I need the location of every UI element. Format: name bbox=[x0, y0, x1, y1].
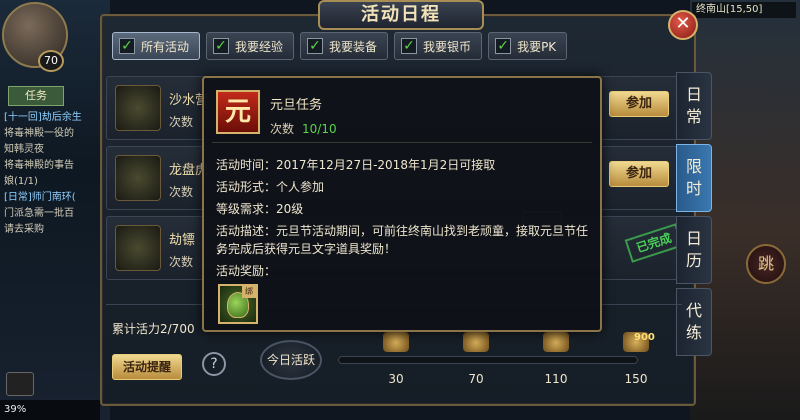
completed-stamp: 已完成 bbox=[624, 223, 684, 263]
popup-count-value: 10/10 bbox=[302, 122, 337, 136]
filter-bar: ✓ 所有活动 ✓ 我要经验 ✓ 我要装备 ✓ 我要银币 ✓ 我要PK bbox=[112, 32, 568, 62]
filter-label: 我要装备 bbox=[329, 39, 378, 54]
side-tab-char: 练 bbox=[685, 323, 702, 342]
activity-count-label: 次数 bbox=[169, 255, 194, 269]
milestone-chest-icon[interactable] bbox=[543, 332, 569, 352]
quest-line[interactable]: [十一回]劫后余生 bbox=[4, 110, 104, 126]
join-button[interactable]: 参加 bbox=[609, 161, 669, 187]
side-tab[interactable]: 限时 bbox=[676, 144, 712, 212]
popup-time: 活动时间：2017年12月27日-2018年1月2日可接取 bbox=[216, 158, 496, 172]
new-year-task-icon: 元 bbox=[216, 90, 260, 134]
quest-tab[interactable]: 任务 bbox=[8, 86, 64, 106]
activity-progress-bar bbox=[338, 356, 638, 364]
quest-line[interactable]: 请去采购 bbox=[4, 222, 104, 238]
filter-1[interactable]: ✓ 我要经验 bbox=[206, 32, 295, 60]
checkbox-icon[interactable]: ✓ bbox=[119, 38, 135, 54]
quest-line[interactable]: 娘(1/1) bbox=[4, 174, 104, 190]
popup-divider bbox=[212, 142, 592, 143]
milestone-label: 110 bbox=[544, 372, 568, 386]
minimap-location[interactable]: 终南山[15,50] bbox=[692, 2, 796, 18]
reward-item-slot[interactable]: 绑 bbox=[218, 284, 258, 324]
quest-line[interactable]: 将毒神殿一役的 bbox=[4, 126, 104, 142]
activity-name: 劫镖 bbox=[169, 233, 196, 248]
popup-desc-2: ，完成后获得元旦文字道具奖励！ bbox=[216, 242, 397, 256]
popup-count-label: 次数 bbox=[270, 122, 295, 136]
milestone-chest-icon[interactable] bbox=[383, 332, 409, 352]
camera-icon[interactable] bbox=[6, 372, 34, 396]
player-level-badge: 70 bbox=[38, 50, 64, 72]
vitality-total: 累计活力2/700 bbox=[112, 322, 195, 336]
side-tab[interactable]: 代练 bbox=[676, 288, 712, 356]
join-button[interactable]: 参加 bbox=[609, 91, 669, 117]
quest-log[interactable]: [十一回]劫后余生 将毒神殿一役的 知韩灵夜 将毒神殿的事告 娘(1/1) [日常]师门南… bbox=[4, 110, 104, 238]
side-tab-char: 限 bbox=[685, 157, 702, 176]
today-activity-label: 今日活跃 bbox=[260, 340, 322, 380]
milestone-label: 30 bbox=[388, 372, 404, 386]
quest-line[interactable]: 知韩灵夜 bbox=[4, 142, 104, 158]
popup-title: 元旦任务 bbox=[270, 98, 323, 113]
jump-skill-button[interactable]: 跳 bbox=[746, 244, 786, 284]
popup-level: 等级需求：20级 bbox=[216, 202, 304, 216]
activity-icon bbox=[115, 155, 161, 201]
side-tab-char: 日 bbox=[685, 85, 702, 104]
activity-reminder-button[interactable]: 活动提醒 bbox=[112, 354, 182, 380]
popup-form: 活动形式：个人参加 bbox=[216, 180, 325, 194]
checkbox-icon[interactable]: ✓ bbox=[401, 38, 418, 54]
filter-0[interactable]: ✓ 所有活动 bbox=[112, 32, 201, 60]
activity-detail-popup: 元 元旦任务 次数 10/10 活动时间：2017年12月27日-2018年1月2… bbox=[202, 76, 602, 332]
milestone-label: 70 bbox=[468, 372, 484, 386]
filter-label: 我要经验 bbox=[235, 39, 284, 54]
side-tab-char: 日 bbox=[685, 229, 702, 248]
side-tab[interactable]: 日历 bbox=[676, 216, 712, 284]
activity-icon bbox=[115, 225, 161, 271]
side-tab-char: 历 bbox=[685, 251, 702, 270]
activity-count-label: 次数 bbox=[169, 115, 194, 129]
popup-count: 次数 10/10 bbox=[270, 120, 337, 137]
filter-3[interactable]: ✓ 我要银币 bbox=[394, 32, 483, 60]
filter-2[interactable]: ✓ 我要装备 bbox=[300, 32, 389, 60]
side-tab[interactable]: 日常 bbox=[676, 72, 712, 140]
filter-4[interactable]: ✓ 我要PK bbox=[488, 32, 568, 60]
milestone-chest-icon[interactable] bbox=[463, 332, 489, 352]
chest-reward-amount: 900 bbox=[634, 332, 655, 343]
quest-line[interactable]: 将毒神殿的事告 bbox=[4, 158, 104, 174]
help-icon[interactable]: ? bbox=[202, 352, 226, 376]
milestone-label: 150 bbox=[624, 372, 648, 386]
side-tab-char: 代 bbox=[685, 301, 702, 320]
close-button[interactable]: ✕ bbox=[668, 10, 698, 40]
filter-label: 所有活动 bbox=[141, 39, 190, 54]
activity-icon bbox=[115, 85, 161, 131]
side-tab-char: 时 bbox=[685, 179, 702, 198]
activity-count-label: 次数 bbox=[169, 185, 194, 199]
panel-title: 活动日程 bbox=[318, 0, 484, 30]
filter-label: 我要PK bbox=[517, 39, 557, 54]
checkbox-icon[interactable]: ✓ bbox=[213, 38, 230, 54]
side-tab-char: 常 bbox=[685, 107, 702, 126]
checkbox-icon[interactable]: ✓ bbox=[495, 38, 512, 54]
bound-tag: 绑 bbox=[242, 286, 256, 298]
filter-label: 我要银币 bbox=[423, 39, 472, 54]
side-tabs: 日常限时日历代练 bbox=[676, 72, 712, 360]
checkbox-icon[interactable]: ✓ bbox=[307, 38, 324, 54]
quest-line[interactable]: [日常]师门南环( bbox=[4, 190, 104, 206]
battery-status: 39% bbox=[0, 400, 100, 420]
quest-line[interactable]: 门派急需一批百 bbox=[4, 206, 104, 222]
popup-reward-label: 活动奖励： bbox=[216, 264, 277, 278]
